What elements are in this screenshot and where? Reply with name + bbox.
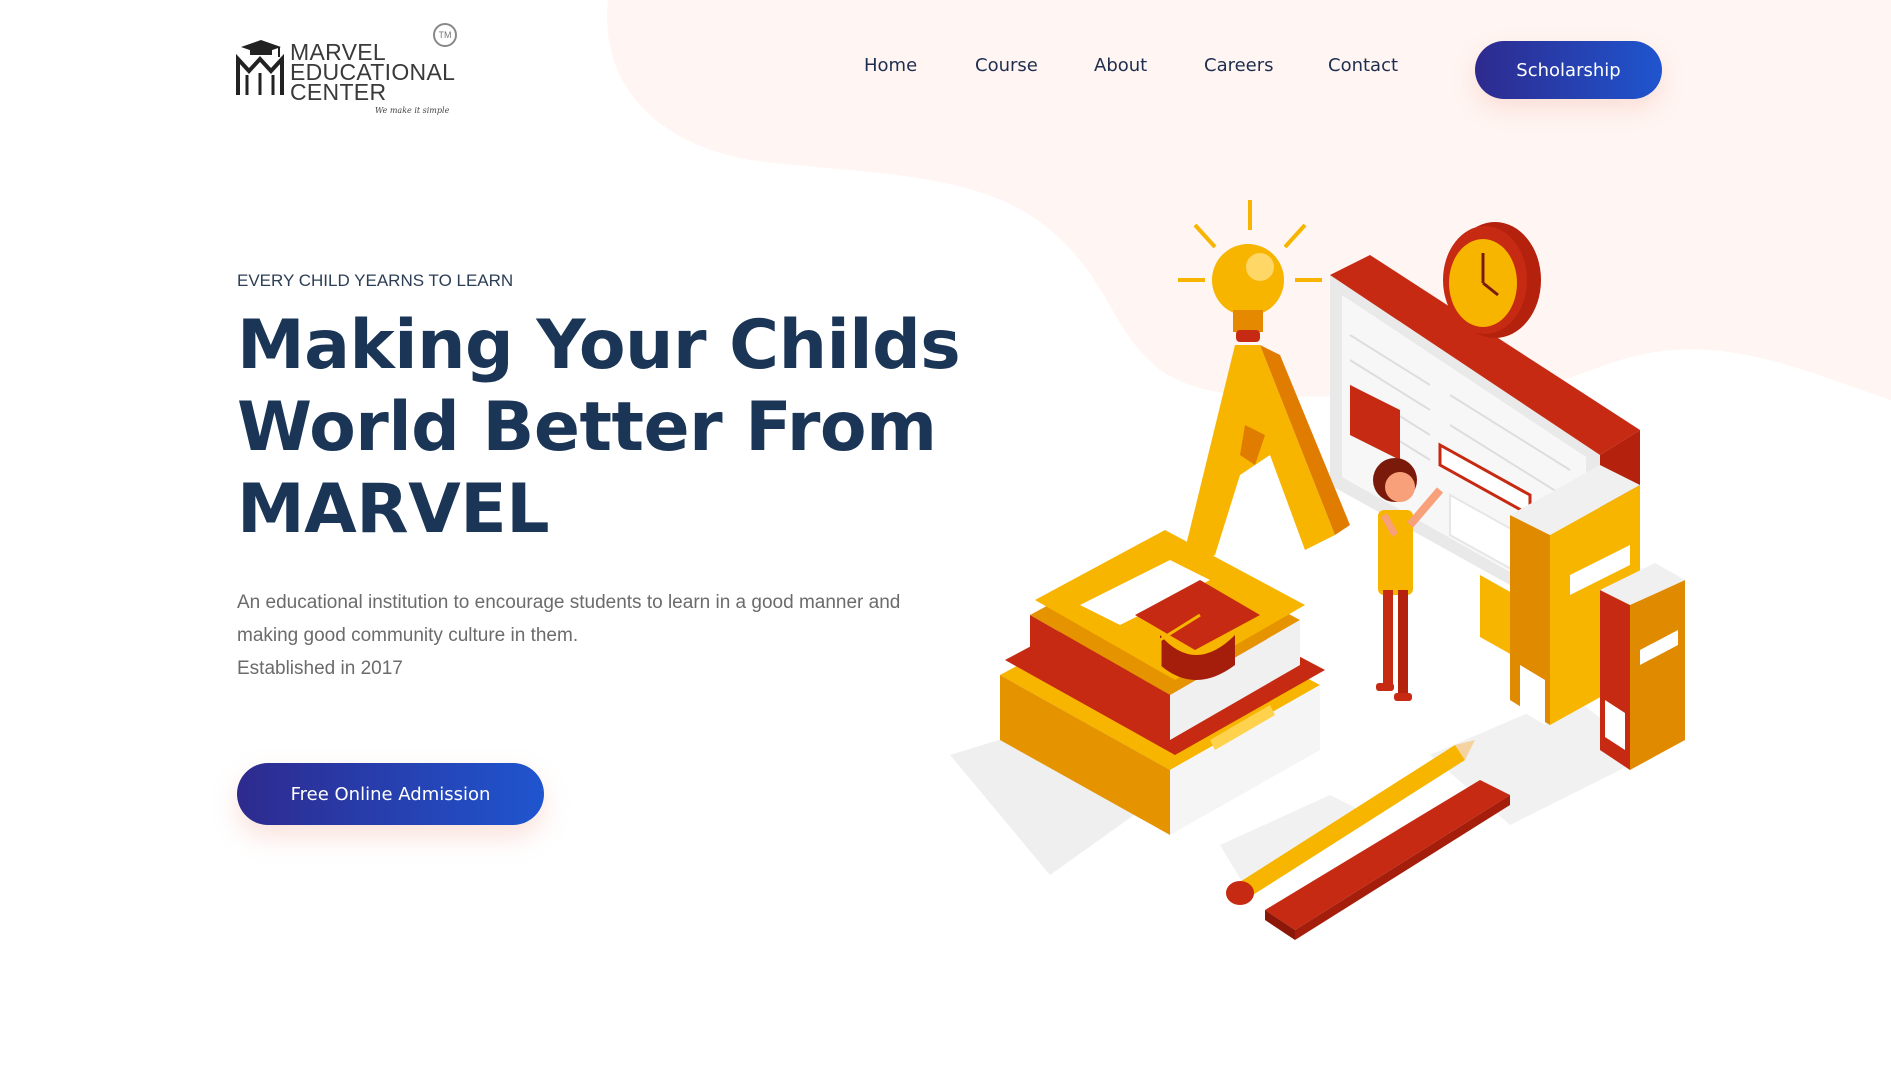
nav-contact[interactable]: Contact <box>1328 55 1398 76</box>
headline-line-3: MARVEL <box>237 470 550 549</box>
hero-headline: Making Your Childs World Better From MAR… <box>237 305 997 551</box>
clock-icon <box>1443 222 1541 338</box>
description-text: An educational institution to encourage … <box>237 592 901 646</box>
nav-home[interactable]: Home <box>864 55 917 76</box>
m-logo-icon <box>236 40 284 95</box>
hero-description: An educational institution to encourage … <box>237 586 937 685</box>
trademark-badge: TM <box>433 23 457 47</box>
brand-line-3: CENTER <box>290 79 387 105</box>
headline-line-2: World Better From <box>237 388 937 467</box>
established-text: Established in 2017 <box>237 658 403 679</box>
lightbulb-icon <box>1178 200 1322 342</box>
brand-tagline: We make it simple <box>375 106 450 115</box>
free-admission-button[interactable]: Free Online Admission <box>237 763 544 825</box>
nav-about[interactable]: About <box>1094 55 1147 76</box>
scholarship-button[interactable]: Scholarship <box>1475 41 1662 99</box>
nav-course[interactable]: Course <box>975 55 1038 76</box>
headline-line-1: Making Your Childs <box>237 306 961 385</box>
letter-a-icon <box>1180 345 1350 570</box>
site-header: MARVEL EDUCATIONAL CENTER We make it sim… <box>0 0 1891 140</box>
hero-eyebrow: EVERY CHILD YEARNS TO LEARN <box>237 271 514 290</box>
education-illustration <box>950 200 1685 940</box>
nav-careers[interactable]: Careers <box>1204 55 1274 76</box>
brand-logo[interactable]: MARVEL EDUCATIONAL CENTER We make it sim… <box>235 22 465 122</box>
brand-name: MARVEL EDUCATIONAL CENTER <box>290 41 455 105</box>
